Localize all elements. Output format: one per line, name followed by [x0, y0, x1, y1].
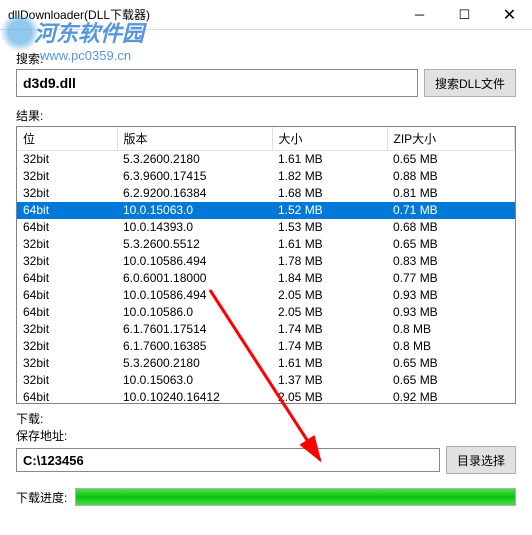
- table-row[interactable]: 32bit5.3.2600.21801.61 MB0.65 MB: [17, 355, 515, 372]
- cell-size: 1.61 MB: [272, 236, 387, 253]
- cell-size: 1.61 MB: [272, 355, 387, 372]
- cell-zip: 0.65 MB: [387, 236, 515, 253]
- cell-zip: 0.83 MB: [387, 253, 515, 270]
- cell-bit: 32bit: [17, 253, 117, 270]
- cell-size: 1.74 MB: [272, 321, 387, 338]
- cell-zip: 0.93 MB: [387, 287, 515, 304]
- titlebar: dllDownloader(DLL下载器) ─ ☐ ✕: [0, 0, 532, 30]
- table-row[interactable]: 32bit6.3.9600.174151.82 MB0.88 MB: [17, 168, 515, 185]
- save-path-label: 保存地址:: [16, 427, 516, 444]
- cell-ver: 6.0.6001.18000: [117, 270, 272, 287]
- cell-ver: 10.0.14393.0: [117, 219, 272, 236]
- cell-size: 1.84 MB: [272, 270, 387, 287]
- results-label: 结果:: [16, 107, 516, 124]
- cell-zip: 0.81 MB: [387, 185, 515, 202]
- cell-zip: 0.65 MB: [387, 372, 515, 389]
- cell-ver: 6.2.9200.16384: [117, 185, 272, 202]
- cell-bit: 32bit: [17, 355, 117, 372]
- table-header-row: 位 版本 大小 ZIP大小: [17, 127, 515, 151]
- cell-bit: 64bit: [17, 202, 117, 219]
- cell-size: 1.61 MB: [272, 151, 387, 168]
- header-version[interactable]: 版本: [117, 127, 272, 151]
- search-input[interactable]: [16, 69, 418, 97]
- cell-ver: 10.0.10586.0: [117, 304, 272, 321]
- table-row[interactable]: 64bit10.0.14393.01.53 MB0.68 MB: [17, 219, 515, 236]
- cell-ver: 10.0.15063.0: [117, 372, 272, 389]
- cell-bit: 64bit: [17, 219, 117, 236]
- cell-ver: 10.0.15063.0: [117, 202, 272, 219]
- minimize-button[interactable]: ─: [397, 0, 442, 30]
- cell-size: 1.74 MB: [272, 338, 387, 355]
- cell-ver: 10.0.10240.16412: [117, 389, 272, 404]
- cell-size: 1.78 MB: [272, 253, 387, 270]
- maximize-button[interactable]: ☐: [442, 0, 487, 30]
- table-scroll[interactable]: 位 版本 大小 ZIP大小 32bit5.3.2600.21801.61 MB0…: [17, 127, 515, 403]
- cell-size: 1.52 MB: [272, 202, 387, 219]
- cell-size: 1.53 MB: [272, 219, 387, 236]
- cell-ver: 10.0.10586.494: [117, 253, 272, 270]
- progress-bar: [75, 488, 516, 506]
- cell-ver: 6.3.9600.17415: [117, 168, 272, 185]
- table-row[interactable]: 64bit10.0.10586.4942.05 MB0.93 MB: [17, 287, 515, 304]
- cell-bit: 64bit: [17, 304, 117, 321]
- download-label: 下载:: [16, 410, 516, 427]
- cell-ver: 6.1.7600.16385: [117, 338, 272, 355]
- results-table: 位 版本 大小 ZIP大小 32bit5.3.2600.21801.61 MB0…: [16, 126, 516, 404]
- header-zipsize[interactable]: ZIP大小: [387, 127, 515, 151]
- cell-bit: 32bit: [17, 151, 117, 168]
- header-size[interactable]: 大小: [272, 127, 387, 151]
- table-row[interactable]: 64bit6.0.6001.180001.84 MB0.77 MB: [17, 270, 515, 287]
- search-button[interactable]: 搜索DLL文件: [424, 69, 516, 97]
- cell-size: 2.05 MB: [272, 389, 387, 404]
- cell-ver: 10.0.10586.494: [117, 287, 272, 304]
- cell-bit: 64bit: [17, 287, 117, 304]
- cell-ver: 5.3.2600.5512: [117, 236, 272, 253]
- cell-zip: 0.8 MB: [387, 338, 515, 355]
- cell-size: 2.05 MB: [272, 304, 387, 321]
- table-row[interactable]: 32bit5.3.2600.21801.61 MB0.65 MB: [17, 151, 515, 168]
- cell-bit: 32bit: [17, 185, 117, 202]
- search-label: 搜索:: [16, 50, 516, 67]
- cell-zip: 0.93 MB: [387, 304, 515, 321]
- table-row[interactable]: 64bit10.0.10586.02.05 MB0.93 MB: [17, 304, 515, 321]
- cell-bit: 64bit: [17, 270, 117, 287]
- browse-button[interactable]: 目录选择: [446, 446, 516, 474]
- cell-zip: 0.65 MB: [387, 355, 515, 372]
- cell-zip: 0.68 MB: [387, 219, 515, 236]
- table-row[interactable]: 32bit6.2.9200.163841.68 MB0.81 MB: [17, 185, 515, 202]
- cell-bit: 32bit: [17, 168, 117, 185]
- cell-zip: 0.8 MB: [387, 321, 515, 338]
- table-row[interactable]: 32bit5.3.2600.55121.61 MB0.65 MB: [17, 236, 515, 253]
- cell-size: 1.37 MB: [272, 372, 387, 389]
- cell-zip: 0.77 MB: [387, 270, 515, 287]
- cell-zip: 0.88 MB: [387, 168, 515, 185]
- close-button[interactable]: ✕: [487, 0, 532, 30]
- cell-bit: 32bit: [17, 372, 117, 389]
- cell-ver: 6.1.7601.17514: [117, 321, 272, 338]
- header-bit[interactable]: 位: [17, 127, 117, 151]
- cell-bit: 32bit: [17, 321, 117, 338]
- table-row[interactable]: 32bit6.1.7600.163851.74 MB0.8 MB: [17, 338, 515, 355]
- watermark-logo: [0, 12, 40, 52]
- save-path-input[interactable]: [16, 448, 440, 472]
- cell-size: 1.68 MB: [272, 185, 387, 202]
- table-row[interactable]: 32bit10.0.10586.4941.78 MB0.83 MB: [17, 253, 515, 270]
- cell-zip: 0.65 MB: [387, 151, 515, 168]
- cell-zip: 0.71 MB: [387, 202, 515, 219]
- cell-ver: 5.3.2600.2180: [117, 151, 272, 168]
- cell-size: 1.82 MB: [272, 168, 387, 185]
- cell-size: 2.05 MB: [272, 287, 387, 304]
- cell-bit: 32bit: [17, 338, 117, 355]
- table-row[interactable]: 64bit10.0.10240.164122.05 MB0.92 MB: [17, 389, 515, 404]
- progress-fill: [76, 489, 515, 505]
- cell-zip: 0.92 MB: [387, 389, 515, 404]
- window-title: dllDownloader(DLL下载器): [8, 6, 397, 23]
- progress-label: 下载进度:: [16, 489, 67, 506]
- cell-ver: 5.3.2600.2180: [117, 355, 272, 372]
- table-row[interactable]: 32bit6.1.7601.175141.74 MB0.8 MB: [17, 321, 515, 338]
- cell-bit: 32bit: [17, 236, 117, 253]
- cell-bit: 64bit: [17, 389, 117, 404]
- table-row[interactable]: 64bit10.0.15063.01.52 MB0.71 MB: [17, 202, 515, 219]
- table-row[interactable]: 32bit10.0.15063.01.37 MB0.65 MB: [17, 372, 515, 389]
